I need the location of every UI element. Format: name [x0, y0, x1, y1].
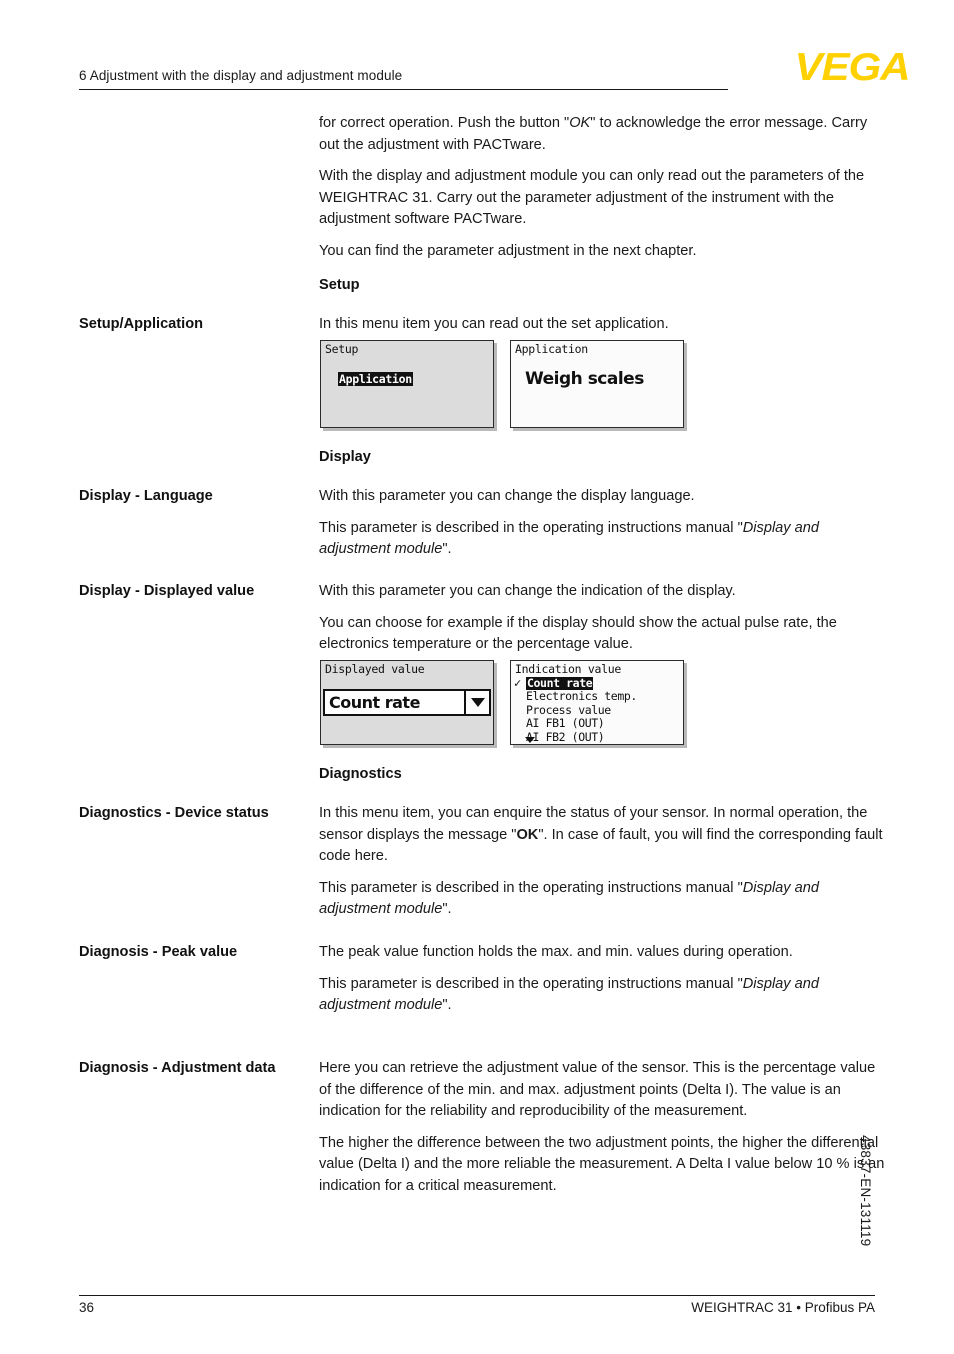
- display-language-paragraph-2: This parameter is described in the opera…: [319, 518, 885, 561]
- vega-logo: VEGA: [794, 46, 911, 89]
- ddv-paragraph-1: With this parameter you can change the i…: [319, 583, 736, 599]
- list-item[interactable]: AI FB2 (OUT): [514, 729, 682, 744]
- diagnostics-adjustment-data-text-block: Here you can retrieve the adjustment val…: [319, 1058, 885, 1197]
- lcd-combo-selected-text: Count rate: [329, 693, 420, 712]
- chapter-header-title: 6 Adjustment with the display and adjust…: [79, 68, 403, 83]
- margin-label-diagnosis-peak-value: Diagnosis - Peak value: [79, 944, 238, 960]
- display-language-text-block: With this parameter you can change the d…: [319, 486, 885, 561]
- lcd-combo-dropdown-button[interactable]: [464, 691, 489, 714]
- section-heading-setup: Setup: [319, 277, 360, 293]
- list-item[interactable]: ✓ Count rate: [514, 676, 682, 691]
- lcd-indication-option-list: ✓ Count rate Electronics temp. Process v…: [514, 676, 682, 744]
- lcd-indication-value-title: Indication value: [515, 662, 621, 676]
- list-item-label: Count rate: [526, 676, 594, 691]
- intro-p1-part-a: for correct operation. Push the button ": [319, 115, 570, 131]
- display-displayed-value-text-block: With this parameter you can change the i…: [319, 581, 885, 656]
- dds-paragraph-1: In this menu item, you can enquire the s…: [319, 803, 885, 868]
- checkmark-icon: ✓: [514, 676, 521, 690]
- ok-status-reference: OK: [516, 826, 539, 843]
- lcd-application-value: Application Weigh scales: [510, 340, 684, 428]
- setup-text-block: In this menu item you can read out the s…: [319, 314, 885, 336]
- dpv-paragraph-1: The peak value function holds the max. a…: [319, 944, 793, 960]
- lcd-displayed-value-combobox[interactable]: Count rate: [323, 689, 491, 716]
- diagnostics-peak-value-text-block: The peak value function holds the max. a…: [319, 942, 885, 1017]
- header-divider: [79, 89, 728, 90]
- dl-p2-part-a: This parameter is described in the opera…: [319, 519, 743, 536]
- lcd-displayed-value: Displayed value Count rate: [320, 660, 494, 745]
- lcd-application-title: Application: [515, 342, 588, 356]
- list-item-label: Process value: [526, 702, 611, 717]
- footer-divider: [79, 1295, 875, 1296]
- margin-label-display-displayed-value: Display - Displayed value: [79, 583, 255, 599]
- dpv-p2-part-a: This parameter is described in the opera…: [319, 975, 743, 992]
- chevron-down-icon: [470, 698, 485, 707]
- lcd-application-value-text: Weigh scales: [525, 369, 644, 389]
- display-language-paragraph-1: With this parameter you can change the d…: [319, 488, 695, 504]
- ok-button-reference: OK: [569, 115, 591, 131]
- ddv-paragraph-2: You can choose for example if the displa…: [319, 614, 837, 653]
- section-heading-display: Display: [319, 449, 371, 465]
- footer-document-title: WEIGHTRAC 31 • Profibus PA: [691, 1300, 875, 1315]
- list-item[interactable]: AI FB1 (OUT): [514, 716, 682, 731]
- lcd-displayed-value-title: Displayed value: [325, 662, 425, 676]
- list-item[interactable]: Process value: [514, 702, 682, 717]
- document-side-code: 43837-EN-131119: [858, 1135, 873, 1247]
- dpv-p2-part-b: ".: [442, 997, 452, 1013]
- lcd-setup-menu: Setup Application: [320, 340, 494, 428]
- intro-paragraph-2: With the display and adjustment module y…: [319, 168, 865, 227]
- margin-label-diagnostics-device-status: Diagnostics - Device status: [79, 805, 269, 821]
- dl-p2-part-b: ".: [442, 541, 452, 557]
- intro-paragraph-1: for correct operation. Push the button "…: [319, 113, 885, 156]
- setup-paragraph-1: In this menu item you can read out the s…: [319, 316, 669, 332]
- intro-text-block: for correct operation. Push the button "…: [319, 113, 885, 262]
- list-item-label: AI FB2 (OUT): [526, 729, 605, 744]
- margin-label-diagnosis-adjustment-data: Diagnosis - Adjustment data: [79, 1060, 276, 1076]
- intro-paragraph-3: You can find the parameter adjustment in…: [319, 242, 697, 259]
- list-item-label: AI FB1 (OUT): [526, 716, 605, 731]
- list-item-label: Electronics temp.: [526, 689, 637, 704]
- dds-p2-part-a: This parameter is described in the opera…: [319, 879, 743, 896]
- list-item[interactable]: Electronics temp.: [514, 689, 682, 704]
- lcd-indication-value-list: Indication value ✓ Count rate Electronic…: [510, 660, 684, 745]
- diagnostics-device-status-text-block: In this menu item, you can enquire the s…: [319, 803, 885, 921]
- scroll-down-arrow-icon[interactable]: [525, 737, 535, 743]
- margin-label-setup-application: Setup/Application: [79, 316, 204, 332]
- lcd-setup-selected-item: Application: [338, 372, 413, 386]
- page-number: 36: [79, 1300, 95, 1315]
- dpv-paragraph-2: This parameter is described in the opera…: [319, 974, 885, 1017]
- dds-paragraph-2: This parameter is described in the opera…: [319, 878, 885, 921]
- lcd-setup-title: Setup: [325, 342, 359, 356]
- section-heading-diagnostics: Diagnostics: [319, 766, 402, 782]
- margin-label-display-language: Display - Language: [79, 488, 213, 504]
- dad-paragraph-1: Here you can retrieve the adjustment val…: [319, 1060, 876, 1119]
- dds-p2-part-b: ".: [442, 901, 452, 917]
- dad-paragraph-2: The higher the difference between the tw…: [319, 1134, 885, 1194]
